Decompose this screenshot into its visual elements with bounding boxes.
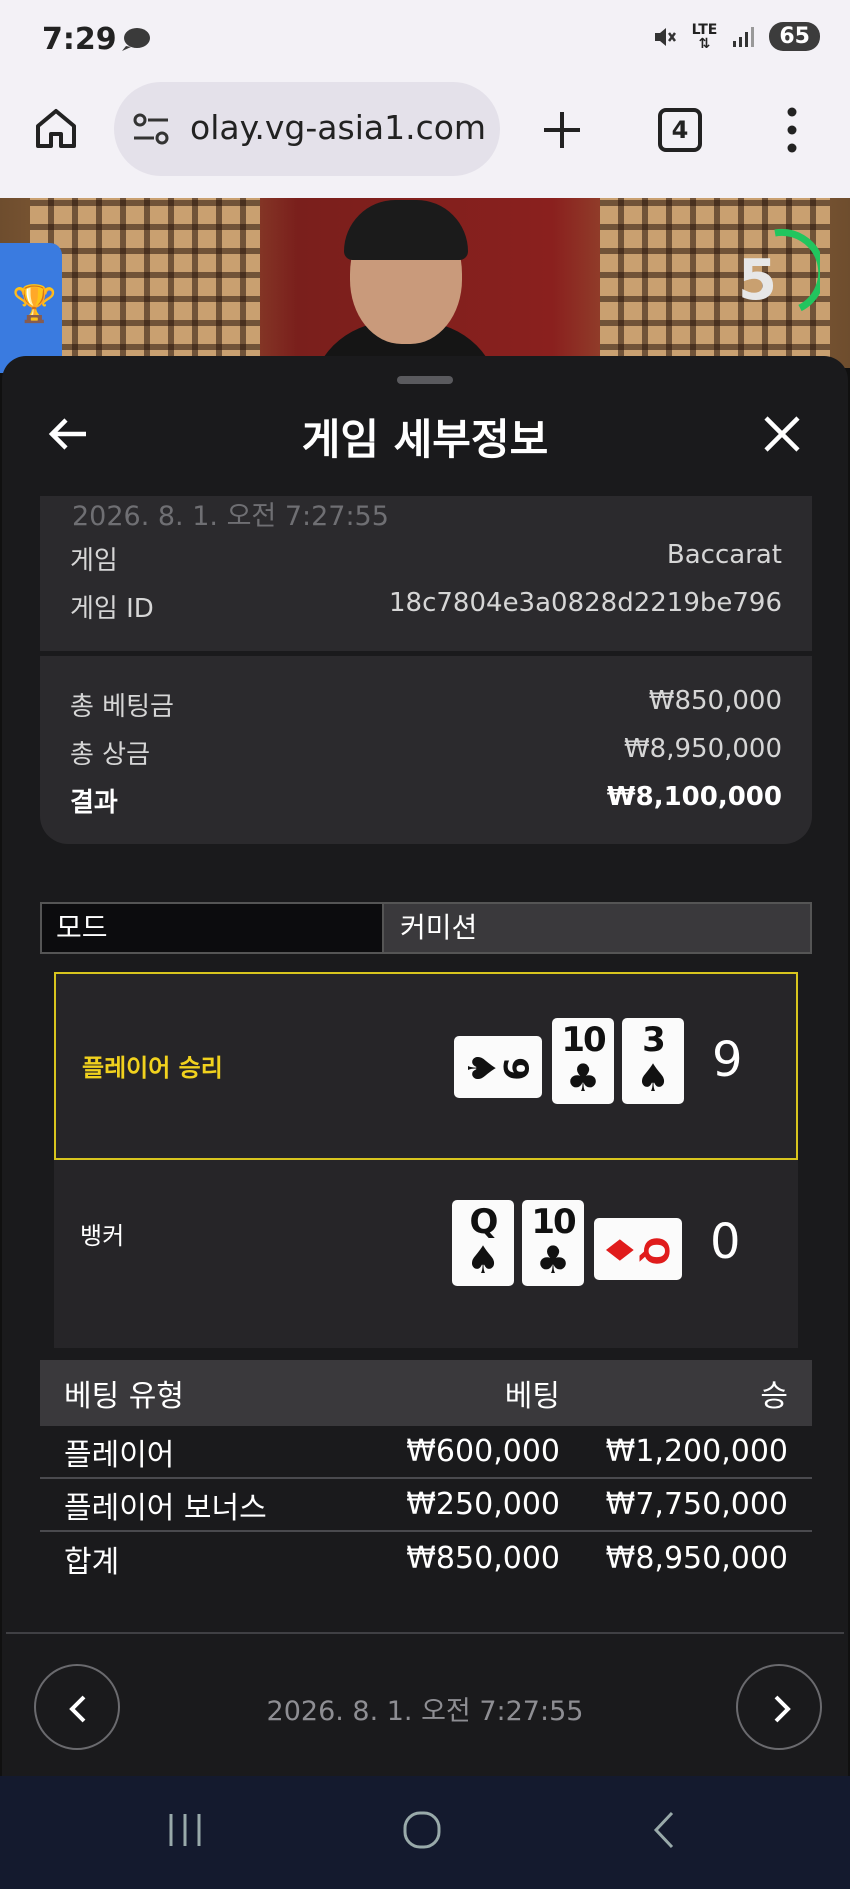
clock: 7:29 xyxy=(42,22,117,57)
banker-hand-label: 뱅커 xyxy=(80,1222,125,1250)
url-text: olay.vg-asia1.com xyxy=(190,108,487,147)
bets-table-header: 베팅 유형 베팅 승 xyxy=(40,1360,812,1426)
next-round-button[interactable] xyxy=(736,1664,822,1750)
card-rank: 10 xyxy=(561,1020,606,1060)
back-nav-icon[interactable] xyxy=(644,1810,684,1850)
table-row: 플레이어 ₩600,000 ₩1,200,000 xyxy=(40,1426,812,1479)
result-row: 결과 ₩8,100,000 xyxy=(70,782,782,819)
game-id-row: 게임 ID 18c7804e3a0828d2219be796 xyxy=(70,588,782,625)
total-prize-row: 총 상금 ₩8,950,000 xyxy=(70,734,782,771)
table-row-total: 합계 ₩850,000 ₩8,950,000 xyxy=(40,1532,812,1585)
status-icons: LTE ⇅ 65 xyxy=(652,22,820,51)
col-bet: 베팅 xyxy=(504,1379,560,1414)
playing-card: 3 ♠ xyxy=(622,1018,684,1104)
lte-icon: LTE ⇅ xyxy=(691,21,718,52)
recent-apps-icon[interactable] xyxy=(165,1810,205,1850)
sheet-title: 게임 세부정보 xyxy=(301,415,549,464)
bet-cell: ₩850,000 xyxy=(406,1541,560,1576)
game-id-label: 게임 ID xyxy=(70,594,154,624)
mute-icon xyxy=(654,27,676,46)
playing-card: 10 ♣ xyxy=(522,1200,584,1286)
drag-handle[interactable] xyxy=(397,376,453,384)
live-video: 5 xyxy=(0,198,850,368)
browser-toolbar: olay.vg-asia1.com 4 xyxy=(0,80,850,198)
site-settings-icon[interactable] xyxy=(132,112,172,146)
win-cell: ₩8,950,000 xyxy=(605,1541,788,1576)
bet-cell: ₩250,000 xyxy=(406,1487,560,1522)
card-suit-icon: ♦ xyxy=(596,1232,641,1267)
tab-switcher-button[interactable]: 4 xyxy=(658,108,702,152)
col-win: 승 xyxy=(760,1379,788,1414)
player-hand: 플레이어 승리 ♠9 10 ♣ 3 ♠ 9 xyxy=(54,972,798,1160)
round-date: 2026. 8. 1. 오전 7:27:55 xyxy=(266,1696,584,1727)
game-date: 2026. 8. 1. 오전 7:27:55 xyxy=(72,501,389,532)
col-bet-type: 베팅 유형 xyxy=(64,1379,184,1414)
game-row: 게임 Baccarat xyxy=(70,540,782,577)
card-suit-icon: ♠ xyxy=(465,1238,501,1282)
banker-score: 0 xyxy=(710,1214,741,1270)
result-label: 결과 xyxy=(70,788,118,818)
more-menu-icon[interactable] xyxy=(782,106,802,154)
signal-icon xyxy=(733,26,755,47)
close-icon[interactable] xyxy=(760,412,804,456)
bet-type-cell: 플레이어 보너스 xyxy=(64,1490,267,1526)
banker-hand: 뱅커 Q ♠ 10 ♣ ♦Q 0 xyxy=(54,1160,798,1348)
bet-cell: ₩600,000 xyxy=(406,1434,560,1469)
card-rank: Q xyxy=(635,1236,676,1263)
result-value: ₩8,100,000 xyxy=(606,782,782,812)
player-hand-label: 플레이어 승리 xyxy=(82,1054,223,1082)
thread-icon xyxy=(122,28,150,51)
bet-type-cell: 합계 xyxy=(64,1544,120,1580)
mode-bar: 모드 커미션 xyxy=(40,902,812,954)
win-cell: ₩7,750,000 xyxy=(605,1487,788,1522)
game-value: Baccarat xyxy=(666,540,782,570)
total-bet-row: 총 베팅금 ₩850,000 xyxy=(70,686,782,723)
playing-card: ♦Q xyxy=(594,1218,682,1280)
divider xyxy=(6,1632,844,1634)
playing-card: 10 ♣ xyxy=(552,1018,614,1104)
card-suit-icon: ♣ xyxy=(565,1056,601,1100)
system-nav-bar xyxy=(0,1776,850,1889)
card-rank: 10 xyxy=(531,1202,576,1242)
game-label: 게임 xyxy=(70,546,118,576)
card-rank: Q xyxy=(469,1202,499,1242)
game-id-value: 18c7804e3a0828d2219be796 xyxy=(389,588,782,618)
win-cell: ₩1,200,000 xyxy=(605,1434,788,1469)
card-rank: 9 xyxy=(495,1056,536,1079)
status-bar: 7:29 LTE ⇅ 65 xyxy=(0,0,850,80)
trophy-button[interactable]: 🏆 xyxy=(0,243,62,373)
player-score: 9 xyxy=(712,1032,743,1088)
dealer xyxy=(310,200,500,368)
card-rank: 3 xyxy=(642,1020,666,1060)
countdown-number: 5 xyxy=(738,248,777,313)
trophy-icon: 🏆 xyxy=(12,284,57,325)
new-tab-icon[interactable] xyxy=(540,108,584,152)
playing-card: Q ♠ xyxy=(452,1200,514,1286)
playing-card: ♠9 xyxy=(454,1036,542,1098)
chevron-right-icon xyxy=(774,1695,791,1723)
total-prize-value: ₩8,950,000 xyxy=(623,734,782,764)
total-bet-value: ₩850,000 xyxy=(648,686,782,716)
home-nav-icon[interactable] xyxy=(402,1810,442,1850)
bet-type-cell: 플레이어 xyxy=(64,1437,175,1473)
battery-icon: 65 xyxy=(769,22,820,51)
game-details-sheet: 게임 세부정보 2026. 8. 1. 오전 7:27:55 게임 Baccar… xyxy=(2,356,848,1776)
total-bet-label: 총 베팅금 xyxy=(70,692,174,722)
commission-label: 커미션 xyxy=(382,904,810,952)
mode-label: 모드 xyxy=(42,904,382,952)
address-bar[interactable]: olay.vg-asia1.com xyxy=(114,82,500,176)
card-suit-icon: ♠ xyxy=(635,1056,671,1100)
card-suit-icon: ♣ xyxy=(535,1238,571,1282)
home-icon[interactable] xyxy=(34,106,78,150)
table-row: 플레이어 보너스 ₩250,000 ₩7,750,000 xyxy=(40,1479,812,1532)
lattice-left xyxy=(30,198,260,368)
total-prize-label: 총 상금 xyxy=(70,740,151,770)
bets-table: 베팅 유형 베팅 승 플레이어 ₩600,000 ₩1,200,000 플레이어… xyxy=(40,1360,812,1585)
